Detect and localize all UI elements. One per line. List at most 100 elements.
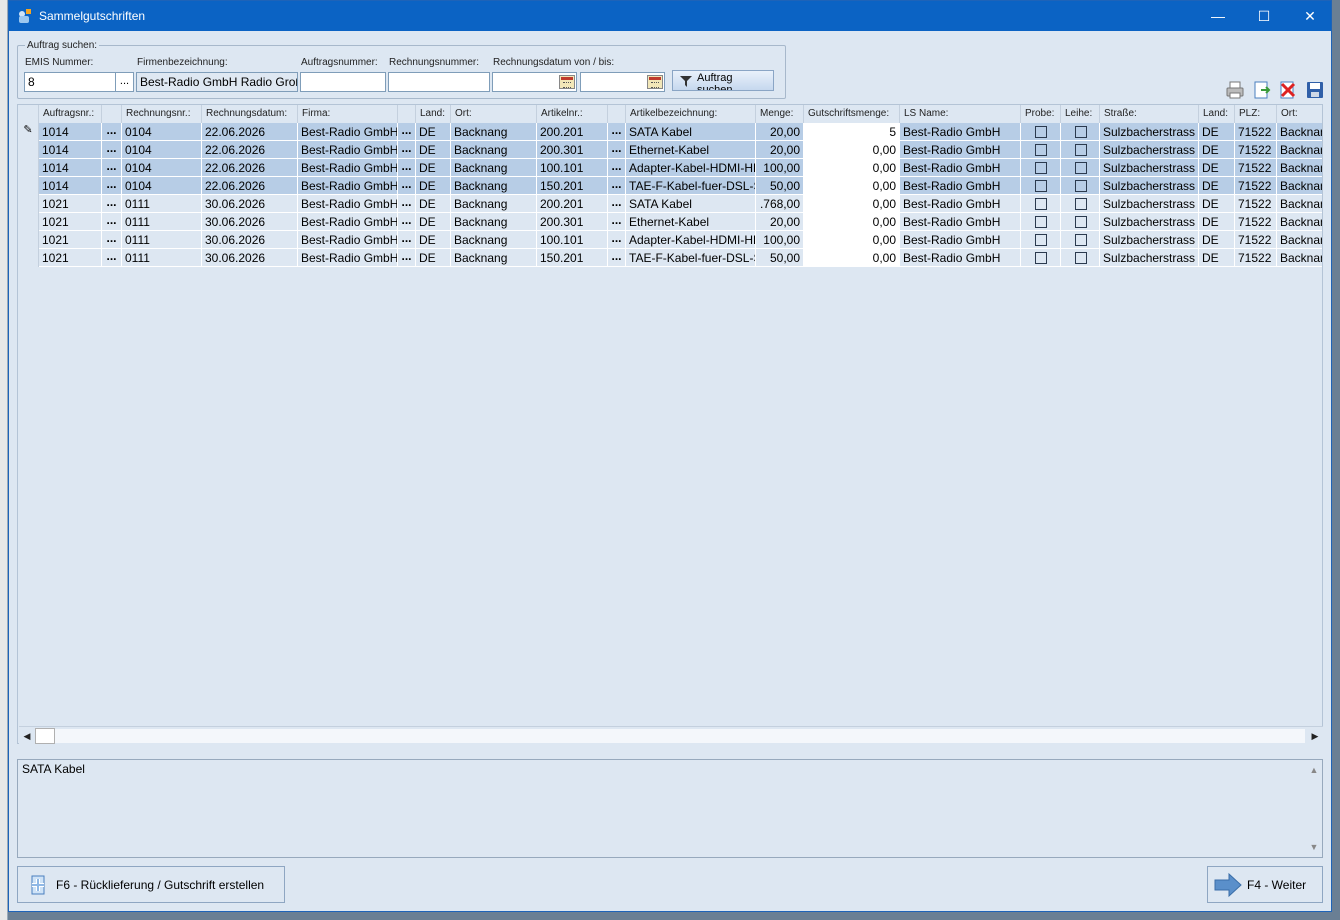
- description-area[interactable]: SATA Kabel ▲ ▼: [17, 759, 1323, 858]
- leihe-checkbox[interactable]: [1075, 162, 1087, 174]
- delete-icon[interactable]: [1278, 80, 1298, 100]
- probe-checkbox[interactable]: [1035, 144, 1047, 156]
- emis-input[interactable]: 8: [24, 72, 116, 92]
- leihe-checkbox[interactable]: [1075, 234, 1087, 246]
- leihe-checkbox[interactable]: [1075, 144, 1087, 156]
- row-indicator[interactable]: [18, 231, 39, 249]
- column-header[interactable]: LS Name:: [900, 105, 1021, 123]
- column-header[interactable]: Rechnungsdatum:: [202, 105, 298, 123]
- table-row[interactable]: 1014... 0104 22.06.2026 Best-Radio GmbH... D…: [18, 177, 1322, 195]
- column-header[interactable]: Gutschriftsmenge:: [804, 105, 900, 123]
- cell-gut[interactable]: 0,00: [804, 159, 900, 177]
- cell-gut[interactable]: 0,00: [804, 213, 900, 231]
- cell-gut[interactable]: 5: [804, 123, 900, 141]
- emis-lookup-button[interactable]: ...: [116, 72, 134, 92]
- lookup-button[interactable]: ...: [608, 159, 626, 177]
- cell-gut[interactable]: 0,00: [804, 141, 900, 159]
- export-icon[interactable]: [1252, 80, 1272, 100]
- leihe-checkbox[interactable]: [1075, 252, 1087, 264]
- table-row[interactable]: ✎ 1014... 0104 22.06.2026 Best-Radio GmbH...…: [18, 123, 1322, 141]
- lookup-button[interactable]: ...: [102, 177, 122, 195]
- rechnung-input[interactable]: [388, 72, 490, 92]
- lookup-button[interactable]: ...: [398, 141, 416, 159]
- lookup-button[interactable]: ...: [398, 177, 416, 195]
- lookup-button[interactable]: ...: [102, 231, 122, 249]
- column-header[interactable]: Artikelnr.:: [537, 105, 608, 123]
- column-header[interactable]: Ort:: [451, 105, 537, 123]
- column-header[interactable]: Auftragsnr.:: [39, 105, 102, 123]
- lookup-button[interactable]: ...: [398, 213, 416, 231]
- lookup-button[interactable]: ...: [102, 213, 122, 231]
- probe-checkbox[interactable]: [1035, 180, 1047, 192]
- lookup-button[interactable]: ...: [398, 249, 416, 267]
- probe-checkbox[interactable]: [1035, 198, 1047, 210]
- probe-checkbox[interactable]: [1035, 252, 1047, 264]
- table-row[interactable]: 1021... 0111 30.06.2026 Best-Radio GmbH... D…: [18, 195, 1322, 213]
- column-header[interactable]: Leihe:: [1061, 105, 1100, 123]
- lookup-button[interactable]: ...: [102, 249, 122, 267]
- minimize-button[interactable]: —: [1195, 1, 1241, 31]
- column-header[interactable]: Ort:: [1277, 105, 1322, 123]
- f4-weiter-button[interactable]: F4 - Weiter: [1207, 866, 1323, 903]
- cell-gut[interactable]: 0,00: [804, 195, 900, 213]
- save-icon[interactable]: [1305, 80, 1325, 100]
- cell-gut[interactable]: 0,00: [804, 231, 900, 249]
- table-row[interactable]: 1014... 0104 22.06.2026 Best-Radio GmbH... D…: [18, 159, 1322, 177]
- leihe-checkbox[interactable]: [1075, 198, 1087, 210]
- scroll-right-icon[interactable]: ▶: [1307, 728, 1323, 744]
- firma-input[interactable]: Best-Radio GmbH Radio Groß: [136, 72, 298, 92]
- column-header[interactable]: Rechnungsnr.:: [122, 105, 202, 123]
- row-indicator[interactable]: [18, 213, 39, 231]
- probe-checkbox[interactable]: [1035, 162, 1047, 174]
- close-button[interactable]: ✕: [1287, 1, 1333, 31]
- scroll-up-icon[interactable]: ▲: [1306, 762, 1322, 778]
- lookup-button[interactable]: ...: [102, 195, 122, 213]
- row-indicator[interactable]: [18, 177, 39, 195]
- horizontal-scrollbar[interactable]: ◀ ▶: [19, 726, 1323, 744]
- row-indicator[interactable]: [18, 141, 39, 159]
- column-header[interactable]: [608, 105, 626, 123]
- lookup-button[interactable]: ...: [608, 249, 626, 267]
- cell-gut[interactable]: 0,00: [804, 177, 900, 195]
- lookup-button[interactable]: ...: [102, 141, 122, 159]
- auftrag-suchen-button[interactable]: Auftrag suchen: [672, 70, 774, 91]
- probe-checkbox[interactable]: [1035, 216, 1047, 228]
- lookup-button[interactable]: ...: [608, 123, 626, 141]
- leihe-checkbox[interactable]: [1075, 126, 1087, 138]
- lookup-button[interactable]: ...: [398, 159, 416, 177]
- column-header[interactable]: Probe:: [1021, 105, 1061, 123]
- scroll-down-icon[interactable]: ▼: [1306, 839, 1322, 855]
- lookup-button[interactable]: ...: [608, 231, 626, 249]
- table-row[interactable]: 1021... 0111 30.06.2026 Best-Radio GmbH... D…: [18, 213, 1322, 231]
- lookup-button[interactable]: ...: [398, 195, 416, 213]
- lookup-button[interactable]: ...: [102, 159, 122, 177]
- auftrag-input[interactable]: [300, 72, 386, 92]
- lookup-button[interactable]: ...: [398, 231, 416, 249]
- column-header[interactable]: PLZ:: [1235, 105, 1277, 123]
- column-header[interactable]: [398, 105, 416, 123]
- lookup-button[interactable]: ...: [398, 123, 416, 141]
- probe-checkbox[interactable]: [1035, 234, 1047, 246]
- row-indicator[interactable]: [18, 249, 39, 267]
- column-header[interactable]: Firma:: [298, 105, 398, 123]
- leihe-checkbox[interactable]: [1075, 180, 1087, 192]
- scrollbar-thumb[interactable]: [35, 728, 55, 744]
- maximize-button[interactable]: ☐: [1241, 1, 1287, 31]
- f6-gutschrift-button[interactable]: F6 - Rücklieferung / Gutschrift erstelle…: [17, 866, 285, 903]
- cell-gut[interactable]: 0,00: [804, 249, 900, 267]
- column-header[interactable]: Menge:: [756, 105, 804, 123]
- table-row[interactable]: 1014... 0104 22.06.2026 Best-Radio GmbH... D…: [18, 141, 1322, 159]
- column-header[interactable]: Land:: [416, 105, 451, 123]
- column-header[interactable]: Artikelbezeichnung:: [626, 105, 756, 123]
- lookup-button[interactable]: ...: [608, 195, 626, 213]
- lookup-button[interactable]: ...: [608, 177, 626, 195]
- vertical-scrollbar[interactable]: ▲ ▼: [1306, 760, 1322, 857]
- row-indicator[interactable]: ✎: [18, 123, 39, 141]
- row-indicator[interactable]: [18, 159, 39, 177]
- lookup-button[interactable]: ...: [608, 213, 626, 231]
- column-header[interactable]: [102, 105, 122, 123]
- printer-icon[interactable]: [1225, 80, 1245, 100]
- column-header[interactable]: Straße:: [1100, 105, 1199, 123]
- row-indicator[interactable]: [18, 195, 39, 213]
- probe-checkbox[interactable]: [1035, 126, 1047, 138]
